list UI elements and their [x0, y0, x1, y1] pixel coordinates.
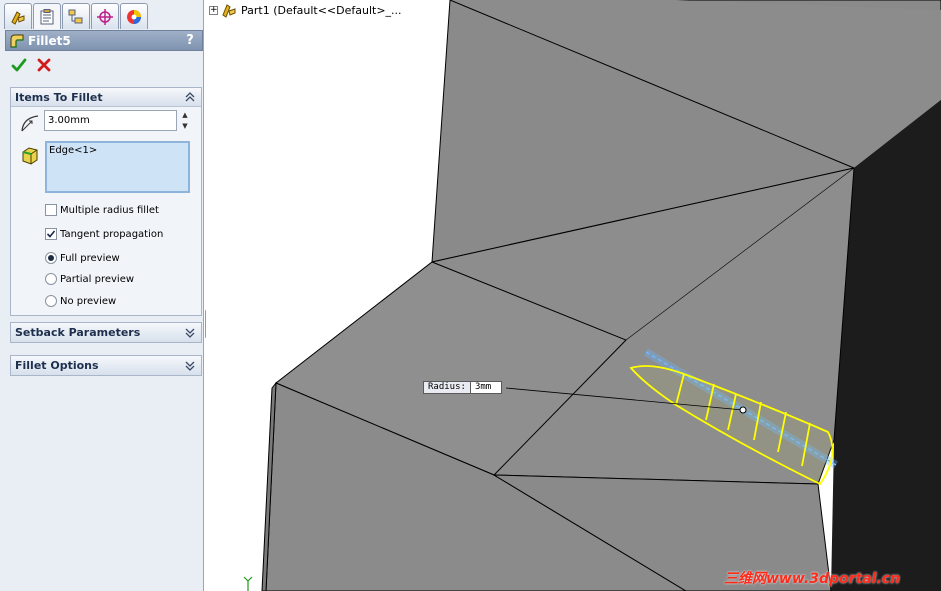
no-preview-radio[interactable]: No preview [45, 293, 116, 309]
manager-tabs [4, 3, 148, 29]
ok-button[interactable] [10, 57, 28, 75]
full-preview-radio[interactable]: Full preview [45, 250, 120, 266]
setback-parameters-header[interactable]: Setback Parameters [11, 323, 201, 342]
fillet-options-title: Fillet Options [15, 359, 99, 372]
feature-tree-flyout[interactable]: + Part1 (Default<<Default>_... [209, 2, 402, 18]
checkbox-box[interactable] [45, 228, 57, 240]
axis-triad-icon [243, 576, 253, 591]
part-icon [221, 2, 237, 18]
dimxpert-manager-icon [96, 8, 114, 26]
tangent-propagation-checkbox[interactable]: Tangent propagation [45, 226, 163, 242]
check-icon [11, 57, 27, 76]
fillet-feature-icon [9, 33, 25, 49]
setback-parameters-title: Setback Parameters [15, 326, 141, 339]
collapse-up-icon[interactable] [182, 90, 198, 104]
partial-preview-radio[interactable]: Partial preview [45, 271, 134, 287]
expand-down-icon[interactable] [182, 326, 198, 340]
edge-selection-icon [19, 144, 41, 166]
property-manager-icon [38, 8, 56, 26]
multiple-radius-checkbox[interactable]: Multiple radius fillet [45, 202, 159, 218]
no-preview-label: No preview [60, 295, 117, 307]
expand-down-icon[interactable] [182, 359, 198, 373]
stepper-down-icon[interactable]: ▼ [178, 121, 192, 132]
edge-selection-list[interactable]: Edge<1> [45, 141, 190, 193]
part-tree-label[interactable]: Part1 (Default<<Default>_... [241, 4, 402, 17]
close-icon [36, 57, 52, 76]
radius-icon [19, 112, 41, 134]
feature-manager-icon [9, 8, 27, 26]
tab-property-manager[interactable] [33, 3, 61, 29]
feature-title-bar: Fillet5 ? [5, 30, 203, 51]
radio-button[interactable] [45, 273, 57, 285]
checkmark-icon [46, 230, 56, 238]
radius-stepper[interactable]: ▲ ▼ [178, 110, 192, 131]
fillet-options-group[interactable]: Fillet Options [10, 355, 202, 376]
checkbox-box[interactable] [45, 204, 57, 216]
stepper-up-icon[interactable]: ▲ [178, 110, 192, 121]
display-manager-icon [125, 8, 143, 26]
tab-display-manager[interactable] [120, 3, 148, 29]
expand-plus-icon[interactable]: + [209, 5, 218, 15]
tangent-propagation-label: Tangent propagation [60, 228, 164, 240]
items-to-fillet-title: Items To Fillet [15, 90, 103, 104]
list-item[interactable]: Edge<1> [49, 145, 186, 156]
radio-button[interactable] [45, 252, 57, 264]
cancel-button[interactable] [35, 57, 53, 75]
tab-dimxpert-manager[interactable] [91, 3, 119, 29]
multiple-radius-label: Multiple radius fillet [60, 204, 159, 216]
items-to-fillet-header[interactable]: Items To Fillet [11, 88, 201, 107]
radius-callout[interactable]: Radius: 3mm [423, 381, 503, 394]
partial-preview-label: Partial preview [60, 273, 135, 285]
radius-callout-value[interactable]: 3mm [471, 382, 501, 393]
watermark: 三维网www.3dportal.cn [724, 571, 901, 587]
radius-callout-label: Radius: [424, 382, 471, 393]
tab-feature-manager[interactable] [4, 3, 32, 29]
items-to-fillet-group: Items To Fillet ▲ ▼ Edge<1> Multiple rad… [10, 87, 202, 316]
setback-parameters-group[interactable]: Setback Parameters [10, 322, 202, 343]
callout-anchor [739, 406, 747, 414]
full-preview-label: Full preview [60, 252, 120, 264]
configuration-manager-icon [67, 8, 85, 26]
tab-configuration-manager[interactable] [62, 3, 90, 29]
feature-title: Fillet5 [28, 33, 71, 48]
help-button[interactable]: ? [182, 33, 198, 48]
graphics-viewport[interactable]: + Part1 (Default<<Default>_... Radius: 3… [206, 0, 941, 591]
property-manager: Fillet5 ? Items To Fillet ▲ ▼ [0, 0, 204, 591]
radio-button[interactable] [45, 295, 57, 307]
fillet-options-header[interactable]: Fillet Options [11, 356, 201, 375]
radius-input[interactable] [44, 110, 177, 131]
model-view[interactable] [206, 0, 941, 591]
